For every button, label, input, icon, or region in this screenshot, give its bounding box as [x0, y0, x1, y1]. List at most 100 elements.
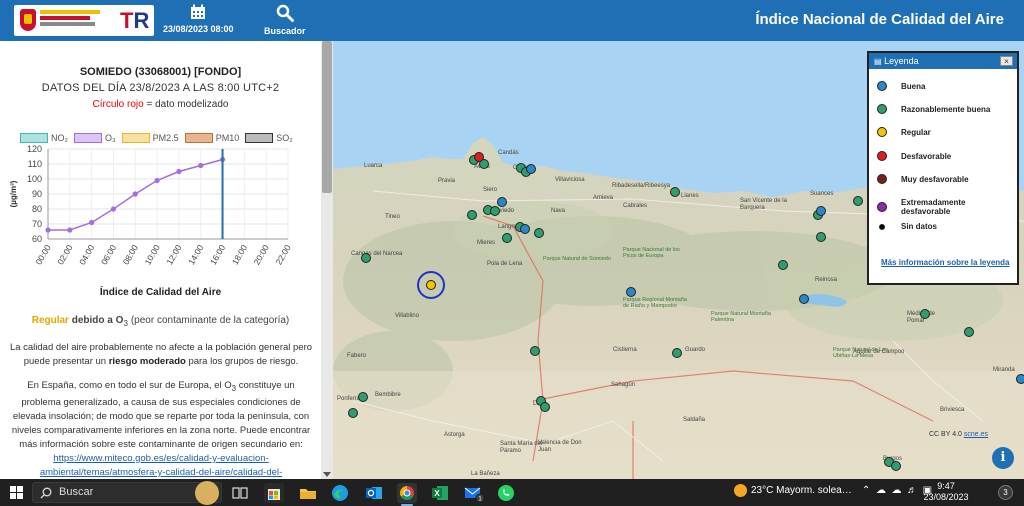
- cloud-icon[interactable]: ☁: [892, 485, 902, 496]
- station-marker[interactable]: [816, 206, 826, 216]
- station-marker[interactable]: [778, 260, 788, 270]
- legend-color-dot-icon: [877, 202, 887, 212]
- station-marker[interactable]: [534, 228, 544, 238]
- legend-item-label: Extremadamente desfavorable: [901, 198, 966, 216]
- station-marker[interactable]: [474, 152, 484, 162]
- y-axis-label: (µg/m³): [9, 180, 18, 207]
- legend-item: Extremadamente desfavorable: [877, 198, 1017, 216]
- station-marker[interactable]: [490, 206, 500, 216]
- widget-icon[interactable]: [195, 481, 219, 505]
- x-tick-label: 00:00: [33, 243, 52, 267]
- station-marker[interactable]: [348, 408, 358, 418]
- station-marker[interactable]: [799, 294, 809, 304]
- legend-item: Regular: [877, 127, 931, 137]
- ozone-explanation: En España, como en todo el sur de Europa…: [8, 379, 314, 479]
- o3-data-point: [198, 162, 204, 169]
- search-icon: [276, 4, 294, 22]
- edge-browser-icon[interactable]: [330, 483, 350, 503]
- x-tick-label: 16:00: [208, 243, 227, 267]
- left-panel-scrollbar[interactable]: [321, 41, 333, 479]
- station-marker[interactable]: [467, 210, 477, 220]
- government-logo[interactable]: TR: [14, 5, 154, 36]
- legend-close-button[interactable]: ×: [1000, 56, 1013, 66]
- station-marker[interactable]: [816, 232, 826, 242]
- o3-data-point: [89, 219, 95, 226]
- station-marker[interactable]: [891, 461, 901, 471]
- station-marker[interactable]: [530, 346, 540, 356]
- scroll-down-arrow-icon[interactable]: [323, 472, 331, 477]
- excel-icon[interactable]: X: [430, 483, 450, 503]
- aqi-status: Regular debido a O3 (peor contaminante d…: [0, 315, 321, 328]
- weather-widget[interactable]: 23°C Mayorm. solea…: [734, 484, 852, 497]
- map-view[interactable]: Luarca Candás Gijón Villaviciosa Ribades…: [333, 41, 1024, 479]
- station-marker[interactable]: [502, 233, 512, 243]
- station-marker[interactable]: [520, 224, 530, 234]
- legend-color-dot-icon: [877, 81, 887, 91]
- note-red-text: Círculo rojo: [92, 99, 144, 110]
- chart-legend-item[interactable]: O₃: [74, 133, 116, 143]
- date-time-label: 23/08/2023 08:00: [163, 24, 234, 34]
- ozone-text-a: En España, como en todo el sur de Europa…: [27, 380, 232, 391]
- map-label-luarca: Luarca: [364, 163, 383, 169]
- microsoft-store-icon[interactable]: [264, 483, 284, 503]
- info-button[interactable]: i: [992, 447, 1014, 469]
- station-marker[interactable]: [626, 287, 636, 297]
- task-view-icon[interactable]: [230, 483, 250, 503]
- station-marker[interactable]: [361, 253, 371, 263]
- station-marker[interactable]: [670, 187, 680, 197]
- miteco-link[interactable]: https://www.miteco.gob.es/es/calidad-y-e…: [40, 453, 282, 478]
- header-bar: TR 23/08/2023 08:00 Buscador Índice Naci…: [0, 0, 1024, 41]
- station-info-panel: SOMIEDO (33068001) [FONDO] DATOS DEL DÍA…: [0, 41, 321, 479]
- legend-swatch-icon: [245, 133, 274, 143]
- chart-legend-item[interactable]: PM2.5: [121, 133, 179, 143]
- file-explorer-icon[interactable]: [298, 483, 318, 503]
- map-label-cangas: Cangas del Narcea: [351, 251, 403, 257]
- selected-station-marker-somiedo[interactable]: [426, 280, 436, 290]
- legend-panel: ▤ Leyenda × Buena Razonablemente buena Reg…: [867, 51, 1019, 285]
- station-marker[interactable]: [540, 402, 550, 412]
- map-label-astorga: Astorga: [444, 432, 465, 438]
- windows-start-icon[interactable]: [10, 486, 23, 499]
- y-tick-label: 90: [32, 189, 42, 199]
- station-marker[interactable]: [497, 197, 507, 207]
- o3-data-point: [154, 177, 160, 184]
- legend-header: ▤ Leyenda ×: [869, 53, 1017, 69]
- map-label-nava: Nava: [551, 208, 566, 214]
- station-marker[interactable]: [672, 348, 682, 358]
- chrome-browser-icon[interactable]: [397, 483, 417, 506]
- search-button[interactable]: Buscador: [264, 4, 306, 36]
- taskbar-clock[interactable]: 9:47 23/08/2023: [916, 481, 976, 503]
- chevron-up-icon[interactable]: ⌃: [862, 485, 870, 496]
- station-marker[interactable]: [920, 309, 930, 319]
- map-label-cabrales: Cabrales: [623, 203, 648, 209]
- whatsapp-icon[interactable]: [496, 483, 516, 503]
- chart-legend-label: NO₂: [51, 133, 68, 143]
- o3-data-point: [45, 227, 51, 233]
- legend-swatch-icon: [121, 133, 150, 143]
- station-marker[interactable]: [526, 164, 536, 174]
- station-marker[interactable]: [358, 392, 368, 402]
- station-marker[interactable]: [853, 196, 863, 206]
- network-icon[interactable]: ☁: [876, 485, 886, 496]
- station-marker[interactable]: [964, 327, 974, 337]
- credit-link[interactable]: scne.es: [964, 431, 988, 438]
- outlook-icon[interactable]: [364, 483, 384, 503]
- chart-legend-item[interactable]: NO₂: [20, 133, 68, 143]
- station-marker[interactable]: [1016, 374, 1024, 384]
- map-label-baneza: La Bañeza: [471, 471, 500, 477]
- date-selector-button[interactable]: 23/08/2023 08:00: [163, 4, 234, 34]
- mail-icon[interactable]: 1: [463, 483, 485, 503]
- legend-item: Muy desfavorable: [877, 174, 969, 184]
- map-label-ribadesella: Ribadesella/Ribeesya: [612, 183, 671, 189]
- chart-legend-item[interactable]: PM10: [184, 133, 239, 143]
- legend-item-label: Muy desfavorable: [901, 174, 969, 184]
- calendar-icon: [191, 4, 206, 19]
- legend-info-link[interactable]: Más información sobre la leyenda: [881, 258, 1009, 267]
- taskbar-search[interactable]: Buscar: [32, 482, 222, 503]
- x-tick-label: 14:00: [186, 243, 205, 267]
- chart-legend-item[interactable]: SO₂: [245, 133, 293, 143]
- map-label-briviesca: Briviesca: [940, 407, 965, 413]
- scrollbar-thumb[interactable]: [322, 41, 332, 193]
- notification-center-button[interactable]: 3: [998, 485, 1013, 500]
- weather-text: 23°C Mayorm. solea…: [751, 485, 852, 497]
